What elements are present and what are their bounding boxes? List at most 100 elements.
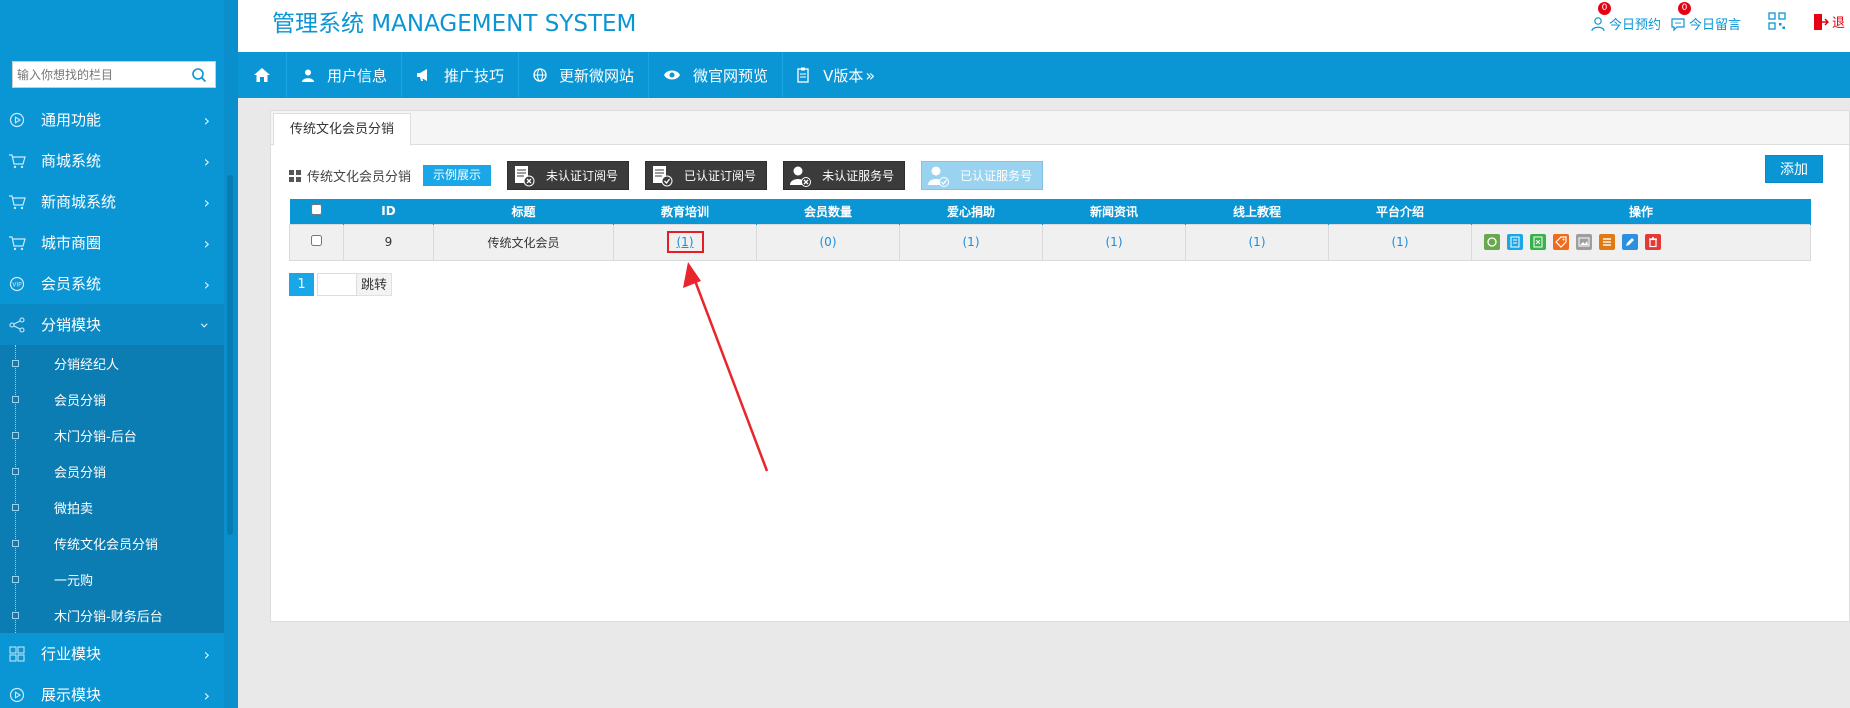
chevron-right-icon: ›: [203, 193, 210, 212]
go-button[interactable]: 跳转: [357, 273, 393, 296]
verified-service-button[interactable]: 已认证服务号: [921, 161, 1044, 190]
sidebar-item-label: 分销模块: [41, 316, 102, 334]
add-button[interactable]: 添加: [1765, 155, 1823, 183]
double-chevron-right-icon: »: [865, 65, 876, 85]
nav-home[interactable]: [238, 52, 287, 98]
megaphone-icon: [416, 68, 432, 82]
play-circle-icon: [7, 110, 27, 130]
cell-education: (1): [613, 223, 757, 261]
sidebar-item-industry[interactable]: 行业模块 ›: [0, 633, 224, 674]
sidebar-item-display[interactable]: 展示模块 ›: [0, 674, 224, 708]
sidebar-item-member[interactable]: VIP 会员系统 ›: [0, 263, 224, 304]
education-count-link[interactable]: (1): [666, 231, 704, 253]
submenu-dot: [12, 612, 19, 619]
submenu-dot: [12, 540, 19, 547]
share-icon: [7, 315, 27, 335]
row-checkbox[interactable]: [311, 235, 322, 246]
view-icon[interactable]: [1484, 234, 1500, 250]
user-x-icon: [790, 166, 812, 187]
sidebar-item-label: 通用功能: [41, 111, 102, 129]
submenu-label: 会员分销: [54, 393, 107, 409]
chevron-right-icon: ›: [203, 645, 210, 664]
table-header-row: ID 标题 教育培训 会员数量 爱心捐助 新闻资讯 线上教程 平台介绍 操作: [289, 199, 1811, 224]
qrcode-button[interactable]: [1768, 12, 1786, 30]
play-circle-icon: [7, 685, 27, 705]
toolbar-title: 传统文化会员分销: [289, 166, 411, 185]
submenu-item[interactable]: 微拍卖: [0, 489, 224, 525]
nav-label: 用户信息: [327, 66, 388, 85]
online-count-link[interactable]: (1): [1185, 223, 1329, 261]
sidebar-item-mall[interactable]: 商城系统 ›: [0, 140, 224, 181]
list-icon[interactable]: [1599, 234, 1615, 250]
intro-count-link[interactable]: (1): [1328, 223, 1472, 261]
submenu-item[interactable]: 分销经纪人: [0, 345, 224, 381]
tab-distribution[interactable]: 传统文化会员分销: [273, 113, 412, 146]
submenu-item[interactable]: 木门分销-后台: [0, 417, 224, 453]
tag-icon[interactable]: [1553, 234, 1569, 250]
submenu-item[interactable]: 会员分销: [0, 381, 224, 417]
header-actions: 操作: [1471, 199, 1811, 224]
top-nav: 用户信息 推广技巧 更新微网站 微官网预览 V版本 »: [238, 52, 1850, 98]
action-icons: [1472, 234, 1810, 250]
submenu-item[interactable]: 会员分销: [0, 453, 224, 489]
submenu-item[interactable]: 一元购: [0, 561, 224, 597]
search-input[interactable]: [13, 62, 183, 87]
sidebar-item-general[interactable]: 通用功能 ›: [0, 99, 224, 140]
tab-bar: 传统文化会员分销: [271, 111, 1849, 146]
qrcode-icon: [1768, 12, 1786, 30]
spreadsheet-icon[interactable]: [1530, 234, 1546, 250]
verified-subscription-button[interactable]: 已认证订阅号: [645, 161, 768, 190]
page-title: 管理系统 MANAGEMENT SYSTEM: [272, 11, 637, 37]
sidebar-item-new-mall[interactable]: 新商城系统 ›: [0, 181, 224, 222]
members-count-link[interactable]: (0): [756, 223, 900, 261]
submenu-item[interactable]: 木门分销-财务后台: [0, 597, 224, 633]
logout-icon: [1814, 13, 1829, 30]
header-online: 线上教程: [1185, 199, 1329, 224]
select-all-checkbox[interactable]: [310, 204, 322, 216]
page-1-button[interactable]: 1: [289, 273, 314, 296]
charity-count-link[interactable]: (1): [899, 223, 1043, 261]
header-education: 教育培训: [613, 199, 757, 224]
sidebar-scrollbar[interactable]: [224, 0, 238, 708]
chevron-right-icon: ›: [203, 152, 210, 171]
sidebar-item-label: 城市商圈: [41, 234, 102, 252]
today-messages-link[interactable]: 0 今日留言: [1670, 2, 1741, 33]
logout-button[interactable]: 退: [1813, 12, 1845, 31]
submenu-label: 传统文化会员分销: [54, 537, 159, 553]
nav-label: 推广技巧: [444, 66, 505, 85]
search-icon[interactable]: [191, 67, 207, 83]
sidebar-item-city-circle[interactable]: 城市商圈 ›: [0, 222, 224, 263]
pencil-icon[interactable]: [1622, 234, 1638, 250]
table-row: 9 传统文化会员 (1) (0) (1) (1) (1) (1): [289, 223, 1811, 261]
grid-small-icon: [289, 169, 301, 182]
unverified-subscription-button[interactable]: 未认证订阅号: [507, 161, 630, 190]
demo-button[interactable]: 示例展示: [423, 165, 492, 186]
sidebar-item-label: 商城系统: [41, 152, 102, 170]
page-number-input[interactable]: [317, 273, 357, 296]
submenu-dot: [12, 360, 19, 367]
button-label: 未认证订阅号: [546, 169, 619, 183]
submenu-dot: [12, 504, 19, 511]
today-appointments-link[interactable]: 0 今日预约: [1590, 2, 1661, 33]
sidebar-item-distribution[interactable]: 分销模块 ›: [0, 304, 224, 345]
submenu-dot: [12, 468, 19, 475]
edit-doc-icon[interactable]: [1507, 234, 1523, 250]
submenu-item-active[interactable]: 传统文化会员分销: [0, 525, 224, 561]
scrollbar-thumb[interactable]: [227, 175, 233, 535]
submenu-label: 木门分销-财务后台: [54, 609, 163, 625]
image-icon[interactable]: [1576, 234, 1592, 250]
nav-site-preview[interactable]: 微官网预览: [649, 52, 784, 98]
home-icon: [253, 67, 271, 83]
submenu-dot: [12, 576, 19, 583]
button-label: 已认证订阅号: [684, 169, 757, 183]
trash-icon[interactable]: [1645, 234, 1661, 250]
unverified-service-button[interactable]: 未认证服务号: [783, 161, 906, 190]
data-table: ID 标题 教育培训 会员数量 爱心捐助 新闻资讯 线上教程 平台介绍 操作 9…: [289, 199, 1811, 261]
nav-promo-tips[interactable]: 推广技巧: [402, 52, 520, 98]
news-count-link[interactable]: (1): [1042, 223, 1186, 261]
nav-user-info[interactable]: 用户信息: [287, 52, 403, 98]
nav-version[interactable]: V版本 »: [783, 52, 889, 98]
nav-update-site[interactable]: 更新微网站: [519, 52, 650, 98]
document-x-icon: [515, 165, 535, 186]
vip-icon: VIP: [7, 274, 27, 294]
